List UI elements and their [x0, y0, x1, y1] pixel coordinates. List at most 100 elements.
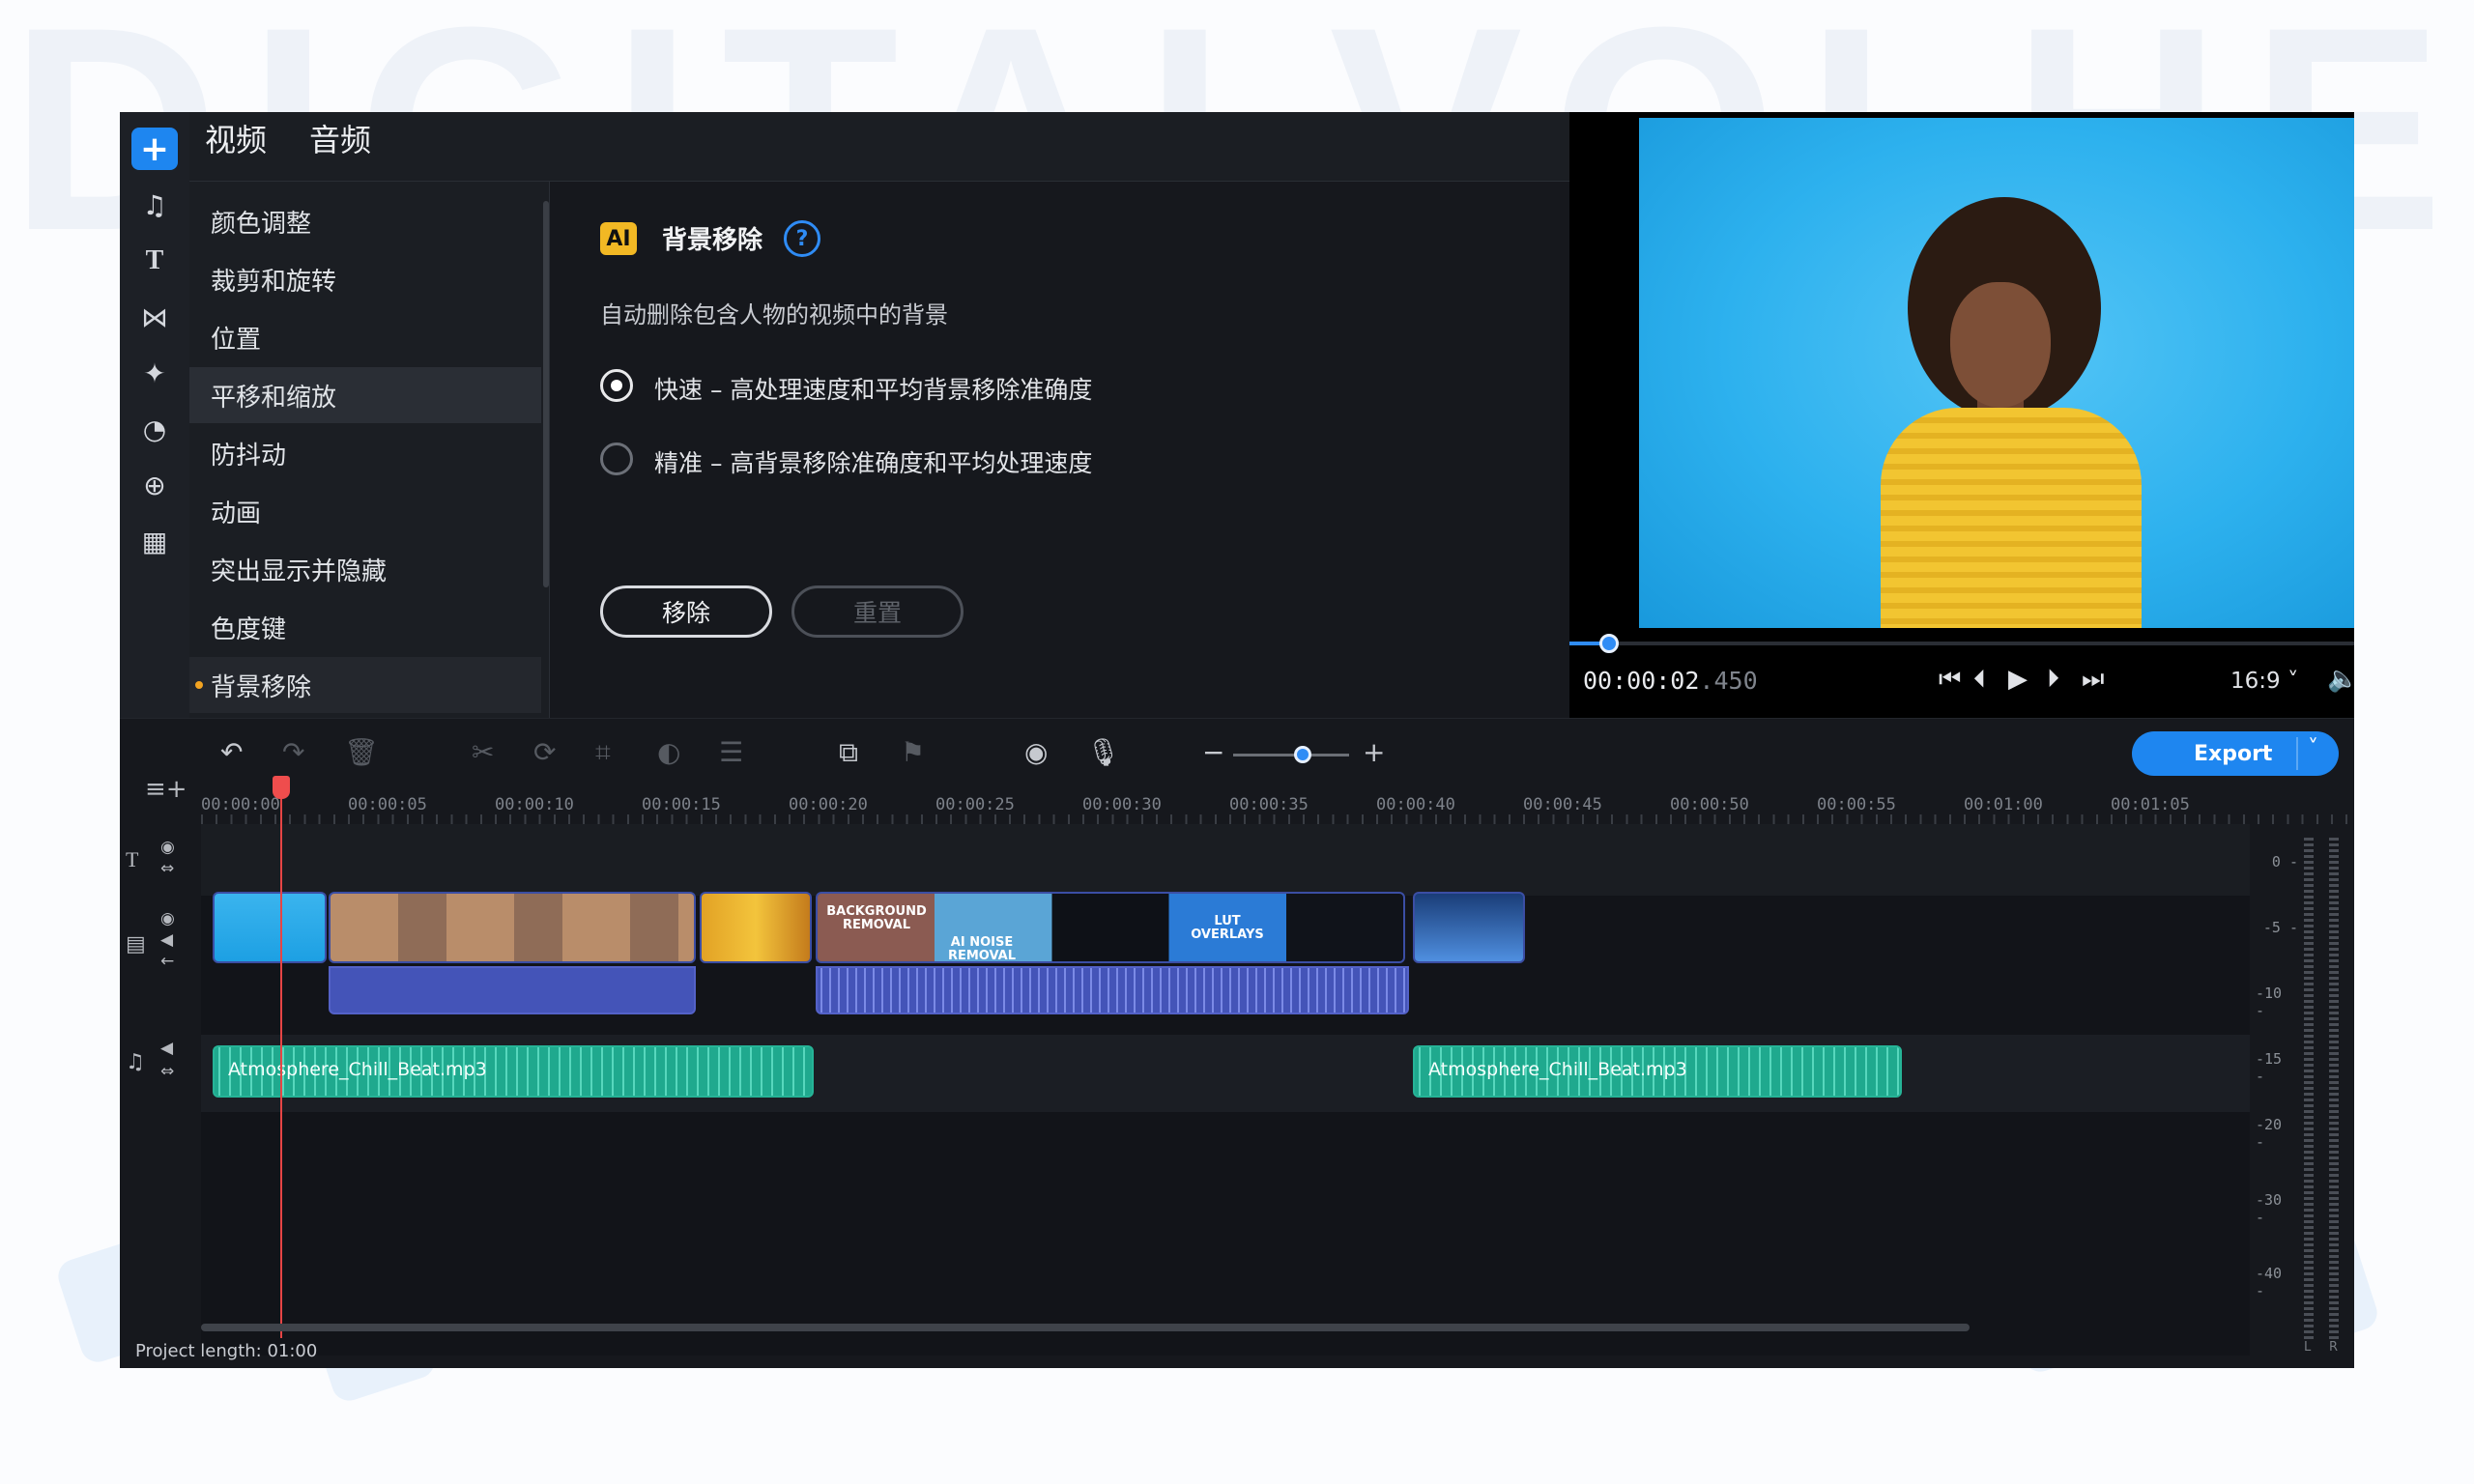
menu-item-highlight-hide[interactable]: 突出显示并隐藏 [189, 541, 541, 597]
ruler-time-label: 00:00:30 [1082, 795, 1162, 814]
db-scale-label: -20 - [2256, 1116, 2283, 1151]
zoom-out-icon[interactable]: − [1202, 736, 1224, 768]
clock-icon[interactable]: ◔ [131, 408, 178, 450]
timeline-zoom-handle[interactable] [1294, 746, 1311, 763]
undo-icon[interactable]: ↶ [220, 736, 243, 768]
radio-precise-label[interactable]: 精准 – 高背景移除准确度和平均处理速度 [654, 444, 1092, 479]
text-track-icon: T [126, 847, 139, 871]
menu-item-chroma-key[interactable]: 色度键 [189, 599, 541, 655]
stickers-icon[interactable]: ⊕ [131, 464, 178, 506]
transitions-icon[interactable]: ⋈ [131, 296, 178, 338]
db-scale-label: -5 - [2262, 919, 2298, 936]
ruler-time-label: 00:00:25 [935, 795, 1015, 814]
menu-item-pan-zoom[interactable]: 平移和缩放 [189, 367, 541, 423]
side-toolbar: + ♫ T ⋈ ✦ ◔ ⊕ ▦ [120, 112, 189, 718]
timecode: 00:00:02.450 [1583, 667, 1758, 695]
overlay-icon[interactable]: ⧉ [839, 736, 858, 769]
play-icon[interactable]: ▶ [2008, 665, 2028, 694]
playhead[interactable] [280, 787, 282, 1338]
menu-item-position[interactable]: 位置 [189, 309, 541, 365]
rotate-icon[interactable]: ⟳ [533, 736, 556, 768]
menu-item-stabilization[interactable]: 防抖动 [189, 425, 541, 481]
more-tools-icon[interactable]: ▦ [131, 520, 178, 562]
skip-to-start-icon[interactable]: ⏮ [1939, 665, 1961, 695]
mute-speaker-icon[interactable]: ◀ [160, 930, 173, 950]
clip-audio[interactable] [329, 966, 696, 1014]
export-divider [2296, 737, 2298, 770]
music-note-icon[interactable]: ♫ [131, 184, 178, 226]
music-track-icon: ♫ [126, 1050, 145, 1074]
aspect-ratio-select[interactable]: 16:9 ˅ [2230, 669, 2298, 694]
link-icon[interactable]: ⇔ [160, 1062, 174, 1081]
visibility-eye-icon[interactable]: ◉ [160, 838, 175, 857]
menu-item-crop-rotate[interactable]: 裁剪和旋转 [189, 251, 541, 307]
ruler-time-label: 00:00:15 [642, 795, 721, 814]
tools-menu: 颜色调整 裁剪和旋转 位置 平移和缩放 防抖动 动画 突出显示并隐藏 色度键 背… [189, 182, 549, 718]
video-clip[interactable]: BACKGROUND REMOVAL AI NOISE REMOVAL LUT … [816, 892, 1405, 963]
menu-item-label: 位置 [211, 325, 262, 355]
add-track-icon[interactable]: ≡+ [145, 775, 187, 804]
text-track[interactable] [201, 824, 2250, 896]
microphone-icon[interactable]: 🎙 [1086, 736, 1121, 768]
music-clip[interactable]: Atmosphere_Chill_Beat.mp3 [1413, 1045, 1902, 1098]
remove-button[interactable]: 移除 [600, 585, 772, 638]
menu-item-background-removal[interactable]: 背景移除 [189, 657, 541, 713]
menu-item-label: 平移和缩放 [211, 383, 337, 413]
cut-icon[interactable]: ✂ [472, 736, 494, 768]
detach-audio-icon[interactable]: ← [160, 952, 174, 971]
reset-button[interactable]: 重置 [791, 585, 964, 638]
volume-icon[interactable]: 🔈 [2327, 665, 2354, 694]
panel-description: 自动删除包含人物的视频中的背景 [600, 301, 948, 328]
menu-item-label: 防抖动 [211, 441, 287, 471]
timeline-zoom-slider[interactable] [1233, 754, 1349, 756]
previous-frame-icon[interactable]: ⏴ [1973, 665, 1986, 695]
redo-icon[interactable]: ↷ [282, 736, 304, 768]
webcam-icon[interactable]: ◉ [1024, 736, 1048, 768]
delete-icon[interactable]: 🗑 [344, 736, 379, 768]
tab-audio[interactable]: 音频 [309, 116, 371, 160]
help-icon[interactable]: ? [784, 220, 820, 257]
skip-to-end-icon[interactable]: ⏭ [2082, 665, 2104, 695]
timeline-ruler[interactable]: 00:00:00 00:00:05 00:00:10 00:00:15 00:00:20… [201, 787, 2354, 824]
clip-audio-waveform[interactable] [816, 966, 1409, 1014]
next-frame-icon[interactable]: ⏵ [2047, 665, 2059, 695]
music-clip[interactable]: Atmosphere_Chill_Beat.mp3 [213, 1045, 814, 1098]
magic-wand-icon[interactable]: ✦ [131, 352, 178, 394]
seek-handle[interactable] [1598, 634, 1619, 653]
preview-subject-face [1950, 282, 2051, 408]
preview-subject-sweater [1881, 408, 2142, 628]
menu-item-color-adjust[interactable]: 颜色调整 [189, 193, 541, 249]
add-media-icon[interactable]: + [131, 128, 178, 170]
db-scale-label: -30 - [2256, 1191, 2283, 1226]
timeline-scrollbar[interactable] [201, 1324, 1970, 1331]
link-icon[interactable]: ⇔ [160, 859, 174, 878]
video-track-icon: ▤ [126, 932, 146, 956]
crop-icon[interactable]: ⌗ [595, 736, 611, 769]
video-clip[interactable] [700, 892, 812, 963]
db-scale-label: -40 - [2256, 1265, 2283, 1299]
marker-flag-icon[interactable]: ⚑ [901, 736, 925, 768]
ruler-time-label: 00:00:00 [201, 795, 280, 814]
db-scale-label: -15 - [2256, 1050, 2283, 1085]
active-indicator-dot [195, 681, 203, 689]
titles-icon[interactable]: T [131, 240, 178, 282]
tab-video[interactable]: 视频 [205, 116, 267, 160]
menu-item-label: 突出显示并隐藏 [211, 556, 388, 586]
visibility-eye-icon[interactable]: ◉ [160, 909, 175, 928]
color-adjust-icon[interactable]: ◐ [657, 736, 680, 768]
clip-properties-icon[interactable]: ☰ [719, 736, 743, 768]
menu-item-label: 背景移除 [211, 672, 312, 702]
playhead-handle[interactable] [273, 776, 290, 799]
mute-speaker-icon[interactable]: ◀ [160, 1039, 173, 1058]
video-clip[interactable] [213, 892, 327, 963]
radio-precise[interactable] [600, 442, 633, 475]
menu-item-animation[interactable]: 动画 [189, 483, 541, 539]
video-clip[interactable] [329, 892, 696, 963]
zoom-in-icon[interactable]: + [1363, 736, 1385, 768]
export-options-chevron-icon[interactable]: ˅ [2308, 736, 2318, 760]
radio-fast[interactable] [600, 369, 633, 402]
video-clip[interactable] [1413, 892, 1525, 963]
seek-track[interactable] [1569, 642, 2354, 645]
radio-fast-label[interactable]: 快速 – 高处理速度和平均背景移除准确度 [654, 371, 1092, 406]
audio-level-meter: L R 0 - -5 - -10 - -15 - -20 - -30 - -40 - [2256, 824, 2354, 1368]
